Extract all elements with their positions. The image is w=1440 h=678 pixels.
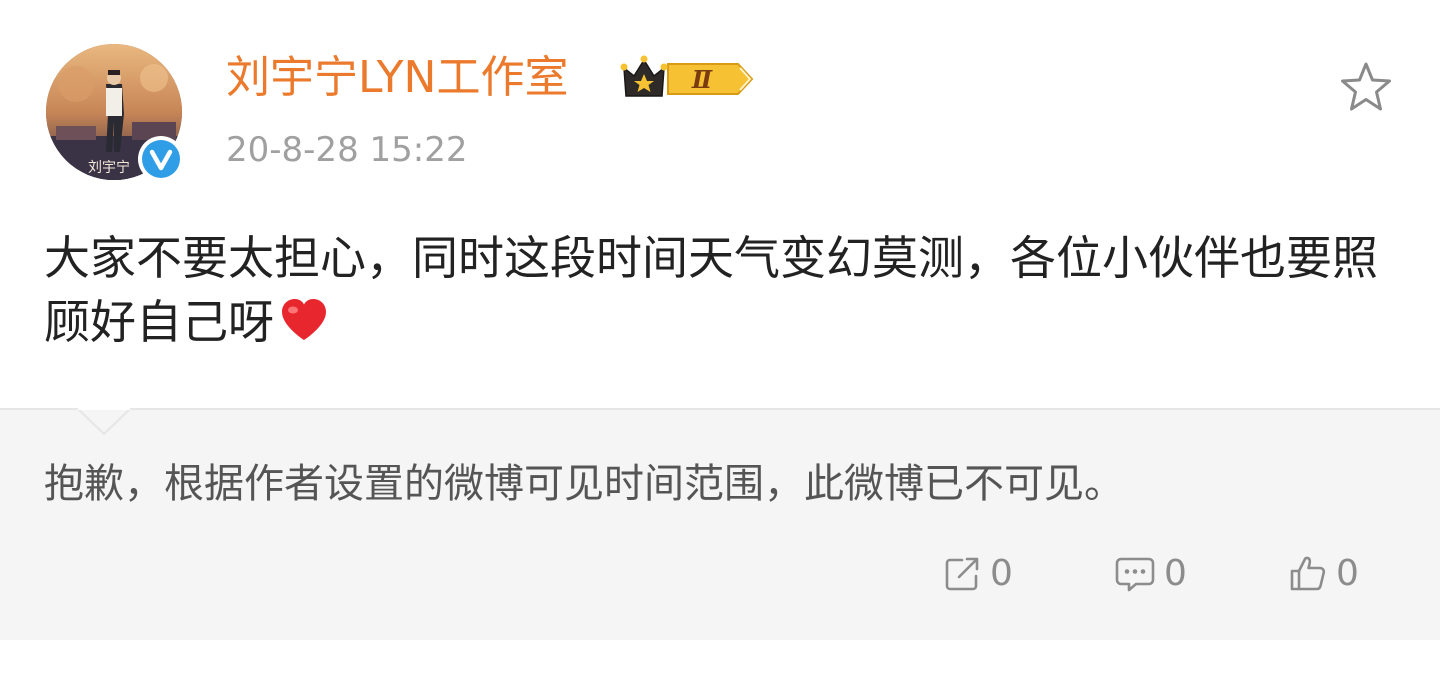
like-button[interactable]: 0 (1288, 550, 1359, 598)
badge-level-text: Ⅱ (691, 65, 713, 94)
member-level-badge[interactable]: Ⅱ (620, 54, 756, 104)
share-count: 0 (990, 553, 1013, 594)
post-text: 大家不要太担心，同时这段时间天气变幻莫测，各位小伙伴也要照顾好自己呀 (44, 231, 1378, 349)
thumbs-up-icon (1290, 556, 1326, 591)
comment-count: 0 (1164, 553, 1187, 594)
crown-icon (620, 55, 668, 97)
avatar-caption: 刘宇宁 (88, 159, 130, 176)
favorite-button[interactable] (1336, 58, 1396, 118)
comment-button[interactable]: 0 (1114, 550, 1187, 598)
comment-icon (1115, 557, 1155, 592)
repost-pointer (78, 392, 130, 436)
repost-container (0, 408, 1440, 642)
weibo-post: 刘宇宁 刘宇宁LYN工作室 Ⅱ 20-8-28 15:22 大家不要太担心，同时… (0, 0, 1440, 678)
post-timestamp: 20-8-28 15:22 (226, 130, 468, 170)
repost-unavailable-notice: 抱歉，根据作者设置的微博可见时间范围，此微博已不可见。 (44, 461, 1124, 507)
post-content: 大家不要太担心，同时这段时间天气变幻莫测，各位小伙伴也要照顾好自己呀 (44, 226, 1394, 354)
verified-badge (138, 136, 184, 182)
author-name[interactable]: 刘宇宁LYN工作室 (226, 50, 568, 106)
post-divider (0, 640, 1440, 678)
share-icon (945, 557, 979, 591)
star-outline-icon (1341, 62, 1391, 111)
share-button[interactable]: 0 (942, 550, 1013, 598)
like-count: 0 (1336, 553, 1359, 594)
verified-v-icon (149, 149, 173, 171)
heart-emoji (278, 296, 330, 344)
